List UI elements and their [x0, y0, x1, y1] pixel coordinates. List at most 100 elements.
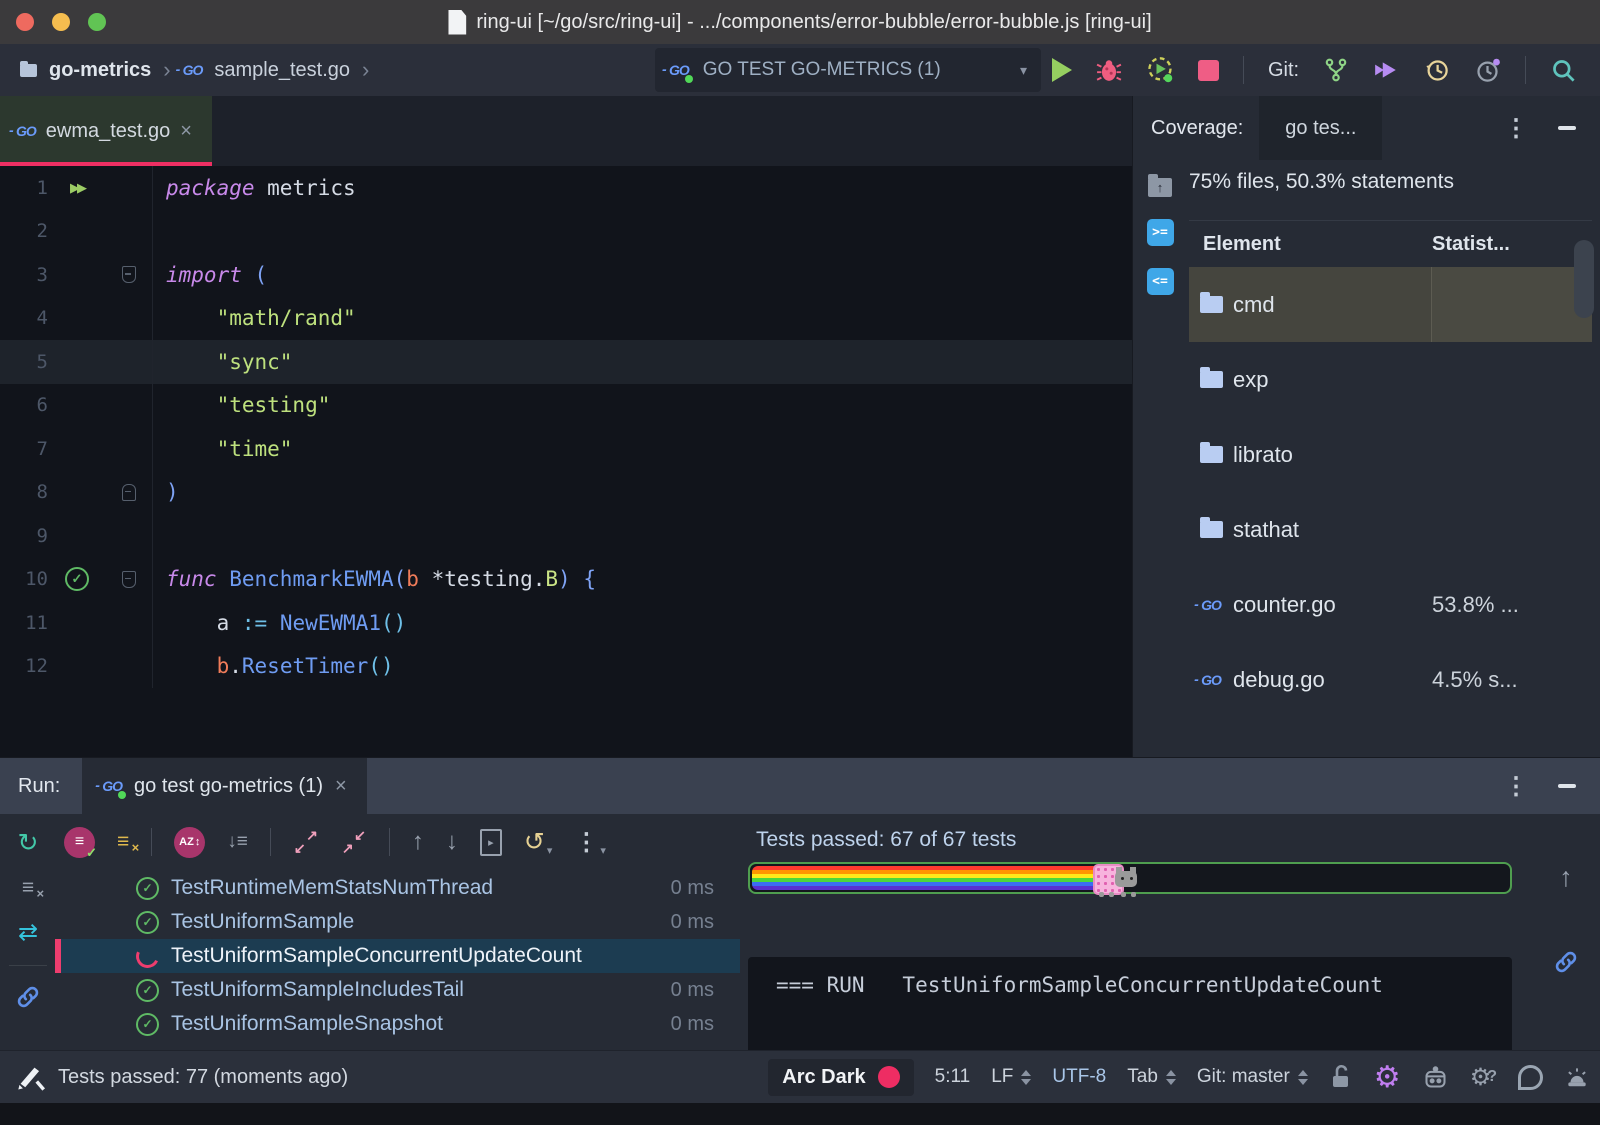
caret-position-widget[interactable]: 5:11	[935, 1066, 971, 1088]
column-element[interactable]: Element	[1203, 233, 1432, 256]
coverage-row[interactable]: stathat	[1189, 492, 1592, 567]
code-line[interactable]: 12 b.ResetTimer()	[0, 645, 1132, 689]
hide-panel-button[interactable]	[1558, 784, 1576, 788]
next-occurrence-icon[interactable]: ↓	[446, 828, 458, 856]
run-configuration-selector[interactable]: GO GO TEST GO-METRICS (1) ▾	[655, 48, 1041, 92]
test-row[interactable]: ✓TestRuntimeMemStatsNumThread0 ms	[58, 871, 740, 905]
coverage-toolbar: ↑ >= <=	[1133, 160, 1187, 757]
more-options-icon[interactable]: ⋮	[1504, 772, 1528, 801]
close-tab-icon[interactable]: ×	[180, 120, 192, 143]
fold-marker-icon[interactable]	[122, 571, 136, 588]
scroll-track-icon[interactable]: ⇄	[18, 918, 38, 947]
column-statistics[interactable]: Statist...	[1432, 233, 1592, 256]
run-button[interactable]	[1052, 58, 1072, 82]
theme-widget[interactable]: Arc Dark	[768, 1059, 913, 1096]
more-options-icon[interactable]: ⋮	[1504, 114, 1528, 143]
import-coverage-icon[interactable]: <=	[1147, 268, 1174, 295]
import-test-results-icon[interactable]: ▸	[480, 829, 502, 856]
pin-link-icon[interactable]	[1553, 949, 1579, 975]
collapse-all-icon[interactable]: ↙↗	[341, 829, 367, 855]
status-message[interactable]: Tests passed: 77 (moments ago)	[58, 1066, 348, 1089]
more-options-icon[interactable]: ⋮▾	[574, 828, 606, 857]
clear-all-icon[interactable]: ≡×	[22, 876, 34, 900]
hide-panel-button[interactable]	[1558, 126, 1576, 130]
test-toolbar: ≡✓ ≡× AZ↕ ↓≡ ↗↙ ↙↗ ↑ ↓ ▸ ↺▾ ⋮▾	[64, 814, 606, 870]
local-history-icon[interactable]	[1423, 57, 1450, 84]
expand-all-icon[interactable]: ↗↙	[293, 829, 319, 855]
code-line[interactable]: 5 "sync"	[0, 340, 1132, 384]
maximize-window-button[interactable]	[88, 13, 106, 31]
breadcrumb-file[interactable]: sample_test.go	[214, 59, 350, 82]
code-line[interactable]: 7 "time"	[0, 427, 1132, 471]
line-ending-widget[interactable]: LF	[991, 1066, 1031, 1088]
coverage-row[interactable]: GOcounter.go53.8% ...	[1189, 567, 1592, 642]
minimize-window-button[interactable]	[52, 13, 70, 31]
coverage-tab[interactable]: go tes...	[1259, 96, 1382, 160]
git-push-icon[interactable]	[1373, 57, 1399, 83]
lock-icon[interactable]	[1329, 1064, 1353, 1090]
rerun-icon[interactable]: ↻	[18, 828, 39, 858]
coverage-scrollbar[interactable]	[1574, 240, 1594, 318]
flatten-packages-icon[interactable]: ↑	[1148, 178, 1172, 197]
code-line[interactable]: 11 a := NewEWMA1()	[0, 601, 1132, 645]
fold-marker-icon[interactable]	[122, 266, 136, 283]
encoding-widget[interactable]: UTF-8	[1052, 1066, 1106, 1088]
code-line[interactable]: 9	[0, 514, 1132, 558]
settings-gear-icon[interactable]: ⚙	[1374, 1060, 1401, 1095]
up-down-chevrons-icon	[1021, 1070, 1031, 1085]
sort-alphabetically-toggle[interactable]: AZ↕	[174, 827, 205, 858]
pin-link-icon[interactable]	[15, 984, 41, 1010]
code-line[interactable]: 2	[0, 210, 1132, 254]
coverage-row[interactable]: librato	[1189, 417, 1592, 492]
debug-button[interactable]	[1096, 57, 1122, 83]
editor-tab-ewma-test[interactable]: GO ewma_test.go ×	[0, 96, 212, 166]
line-number: 8	[0, 481, 48, 503]
code-line[interactable]: 4 "math/rand"	[0, 297, 1132, 341]
coverage-row[interactable]: GOdebug.go4.5% s...	[1189, 642, 1592, 717]
code-line[interactable]: 3import (	[0, 253, 1132, 297]
test-name: TestUniformSampleSnapshot	[171, 1012, 443, 1036]
fold-marker-icon[interactable]	[122, 484, 136, 501]
git-branch-widget[interactable]: Git: master	[1197, 1066, 1308, 1088]
code-editor[interactable]: 1▶▶package metrics23import (4 "math/rand…	[0, 166, 1132, 757]
gear-question-icon[interactable]: ⚙?	[1470, 1063, 1497, 1092]
code-text: )	[153, 480, 179, 504]
test-history-icon[interactable]: ↺▾	[524, 827, 552, 857]
close-window-button[interactable]	[16, 13, 34, 31]
code-line[interactable]: 8)	[0, 471, 1132, 515]
show-ignored-toggle[interactable]: ≡×	[117, 830, 129, 854]
go-file-icon: GO	[183, 62, 203, 78]
restore-icon[interactable]	[1474, 57, 1501, 84]
notifications-siren-icon[interactable]	[1564, 1064, 1590, 1090]
generate-report-icon[interactable]: >=	[1147, 219, 1174, 246]
fold-column	[106, 514, 153, 558]
layout-toggle-icon[interactable]	[16, 1065, 46, 1091]
stop-button[interactable]	[1198, 60, 1219, 81]
close-tab-icon[interactable]: ×	[335, 775, 347, 798]
test-row[interactable]: ✓TestUniformSampleIncludesTail0 ms	[58, 973, 740, 1007]
previous-occurrence-icon[interactable]: ↑	[412, 828, 424, 856]
robot-icon[interactable]	[1422, 1064, 1449, 1091]
show-passed-toggle[interactable]: ≡✓	[64, 827, 95, 858]
coverage-row-icon-cell	[1189, 446, 1233, 463]
run-tab[interactable]: GO go test go-metrics (1) ×	[82, 758, 366, 814]
chat-bubble-icon[interactable]	[1518, 1065, 1543, 1090]
test-row[interactable]: ✓TestUniformSample0 ms	[58, 905, 740, 939]
test-passed-gutter-icon[interactable]: ✓	[65, 567, 89, 591]
coverage-row[interactable]: exp	[1189, 342, 1592, 417]
git-branch-icon[interactable]	[1323, 57, 1349, 83]
fold-column	[106, 340, 153, 384]
test-row[interactable]: ✓TestUniformSampleSnapshot0 ms	[58, 1007, 740, 1041]
test-row[interactable]: TestUniformSampleConcurrentUpdateCount	[58, 939, 740, 973]
indent-widget[interactable]: Tab	[1127, 1066, 1176, 1088]
breadcrumb-project[interactable]: go-metrics	[49, 59, 151, 82]
run-with-coverage-button[interactable]	[1146, 56, 1174, 84]
coverage-row[interactable]: cmd	[1189, 267, 1592, 342]
search-everywhere-icon[interactable]	[1550, 57, 1577, 84]
scroll-to-top-icon[interactable]: ↑	[1559, 862, 1573, 893]
code-line[interactable]: 10✓func BenchmarkEWMA(b *testing.B) {	[0, 558, 1132, 602]
run-all-tests-gutter-icon[interactable]: ▶▶	[70, 180, 84, 195]
code-line[interactable]: 1▶▶package metrics	[0, 166, 1132, 210]
sort-by-duration-icon[interactable]: ↓≡	[227, 831, 248, 853]
code-line[interactable]: 6 "testing"	[0, 384, 1132, 428]
